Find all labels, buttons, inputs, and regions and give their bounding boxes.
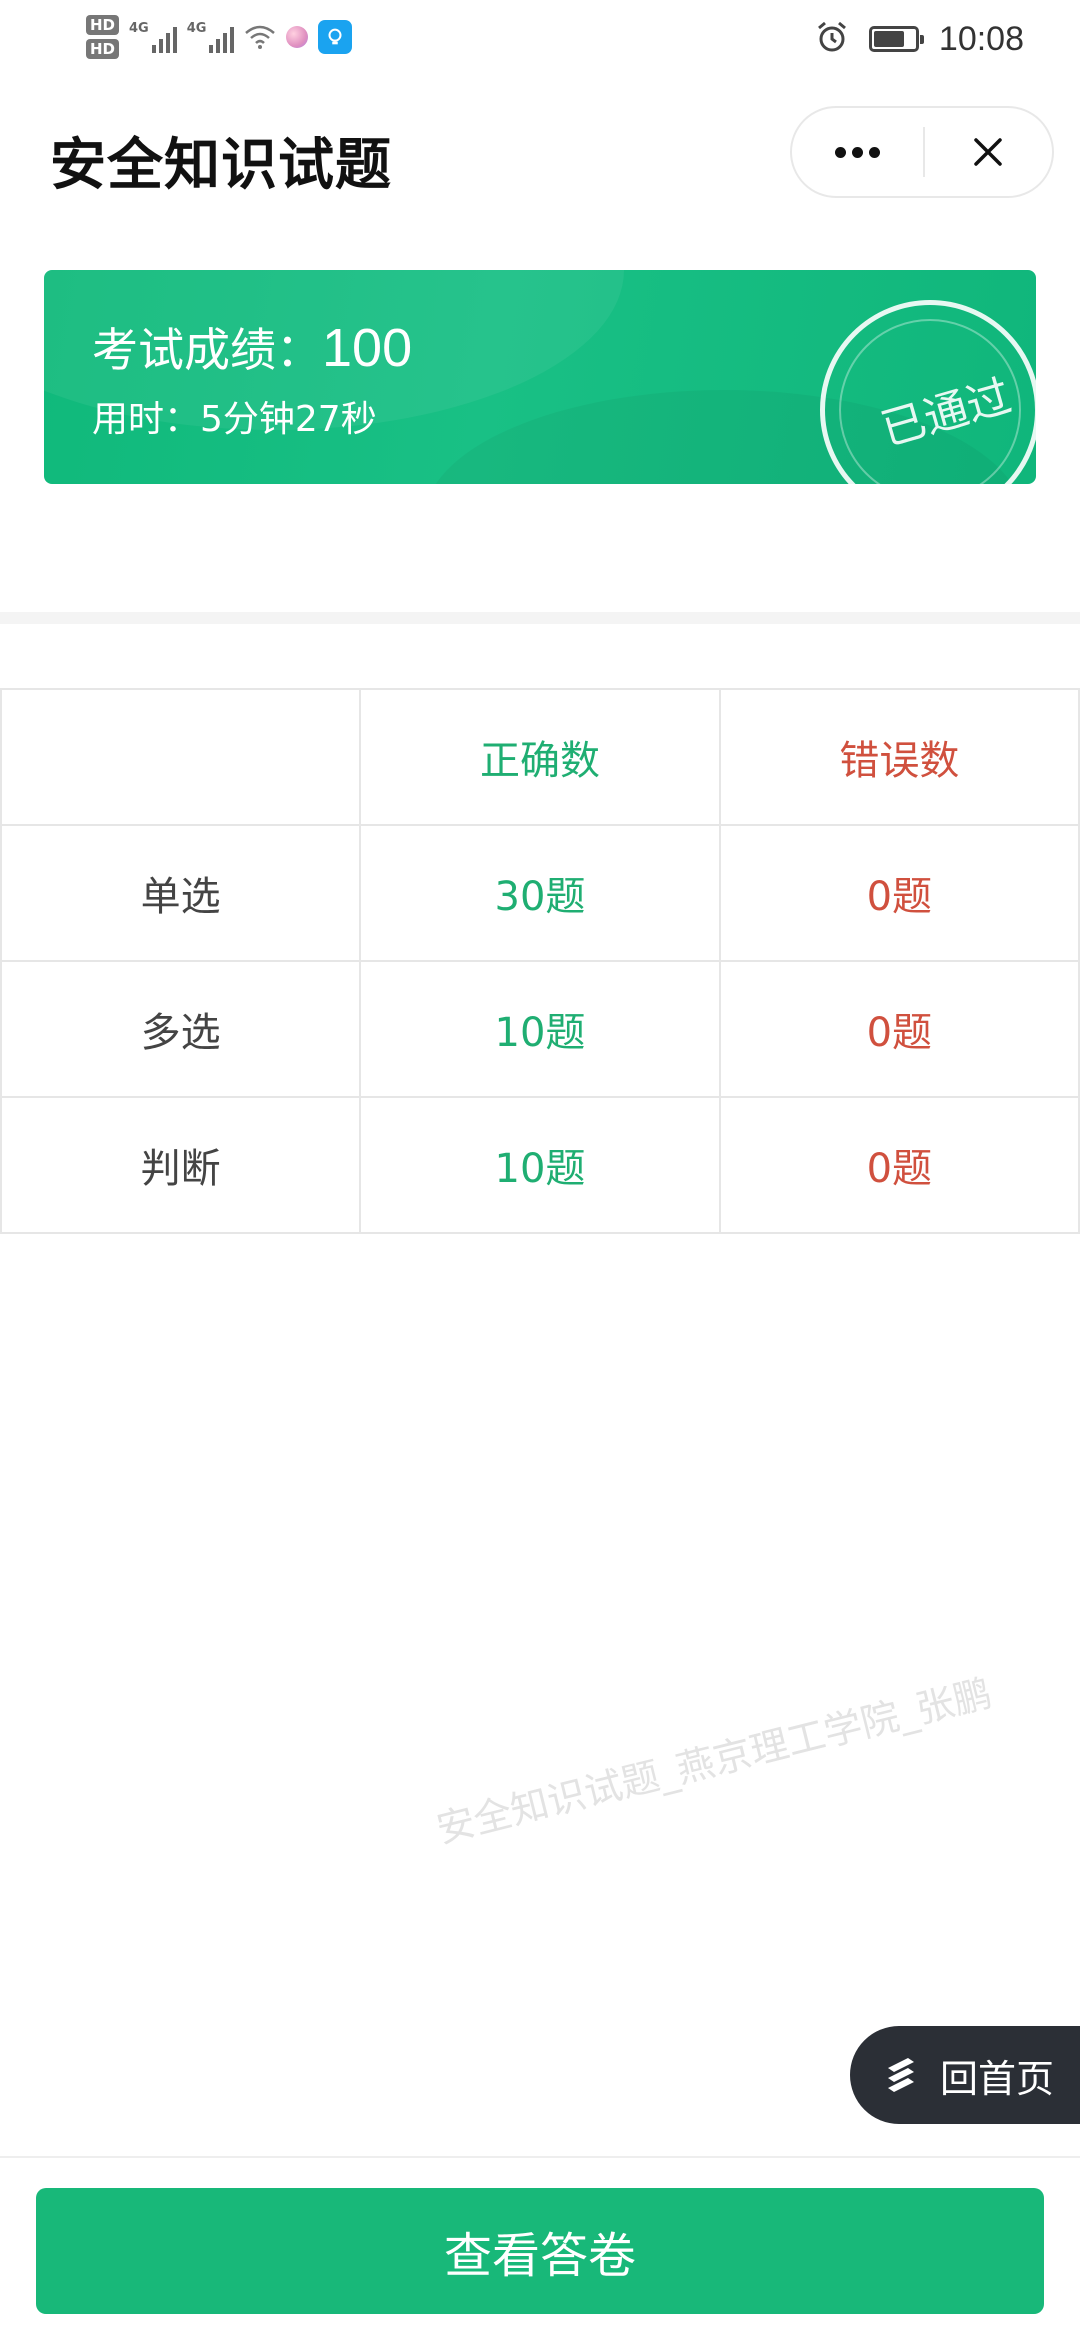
row-category: 多选 bbox=[0, 960, 362, 1098]
back-home-label: 回首页 bbox=[940, 2056, 1055, 2101]
status-right: 10:08 bbox=[815, 14, 1024, 64]
bottom-bar: 查看答卷 bbox=[0, 2156, 1080, 2342]
row-correct: 10题 bbox=[359, 960, 721, 1098]
passed-stamp: 已通过 bbox=[820, 300, 1036, 484]
nav-header: 安全知识试题 bbox=[0, 100, 1080, 210]
section-divider bbox=[0, 612, 1080, 624]
clock-time: 10:08 bbox=[938, 19, 1024, 58]
status-bar: HD HD 4G 4G 10:08 bbox=[0, 0, 1080, 80]
page-title: 安全知识试题 bbox=[50, 133, 392, 198]
row-category: 判断 bbox=[0, 1096, 362, 1234]
time-used: 用时：5分钟27秒 bbox=[92, 399, 377, 440]
row-wrong: 0题 bbox=[718, 960, 1080, 1098]
wifi-icon bbox=[244, 24, 276, 50]
view-answers-button[interactable]: 查看答卷 bbox=[36, 2188, 1044, 2314]
signal-icon-2: 4G bbox=[187, 21, 235, 53]
header-correct: 正确数 bbox=[359, 688, 721, 826]
hd-badge-2: HD bbox=[86, 39, 120, 59]
bulb-icon bbox=[318, 20, 353, 54]
row-correct: 30题 bbox=[359, 824, 721, 962]
close-button[interactable] bbox=[925, 108, 1052, 196]
row-wrong: 0题 bbox=[718, 824, 1080, 962]
hd-icon: HD HD bbox=[86, 15, 120, 59]
home-logo-icon bbox=[888, 2058, 914, 2092]
sim1-label: 4G bbox=[129, 21, 149, 36]
hd-badge-1: HD bbox=[86, 15, 120, 35]
header-blank bbox=[0, 688, 362, 826]
row-wrong: 0题 bbox=[718, 1096, 1080, 1234]
close-icon bbox=[974, 138, 1003, 166]
table-row: 单选 30题 0题 bbox=[0, 824, 1080, 962]
score-line: 考试成绩：100 bbox=[92, 314, 412, 380]
score-label: 考试成绩： bbox=[92, 323, 322, 377]
table-row: 判断 10题 0题 bbox=[0, 1096, 1080, 1234]
results-table: 正确数 错误数 单选 30题 0题 多选 10题 0题 判断 10题 0题 bbox=[0, 688, 1080, 1234]
table-row: 多选 10题 0题 bbox=[0, 960, 1080, 1098]
mini-program-capsule bbox=[790, 106, 1054, 198]
watermark: 安全知识试题_燕京理工学院_张鹏 bbox=[432, 1670, 996, 1852]
score-card: 考试成绩：100 用时：5分钟27秒 已通过 bbox=[44, 270, 1036, 484]
app-ball-icon bbox=[286, 26, 309, 48]
battery-fill bbox=[873, 31, 904, 47]
signal-icon: 4G bbox=[129, 21, 177, 53]
status-left: HD HD 4G 4G bbox=[86, 12, 353, 62]
table-header-row: 正确数 错误数 bbox=[0, 688, 1080, 826]
sim2-label: 4G bbox=[186, 21, 207, 36]
header-wrong: 错误数 bbox=[718, 688, 1080, 826]
score-value: 100 bbox=[322, 318, 413, 378]
row-category: 单选 bbox=[0, 824, 362, 962]
alarm-icon bbox=[815, 20, 849, 58]
back-home-button[interactable]: 回首页 bbox=[850, 2026, 1080, 2124]
more-button[interactable] bbox=[792, 108, 923, 196]
battery-icon bbox=[868, 26, 924, 52]
more-icon bbox=[835, 146, 846, 158]
row-correct: 10题 bbox=[359, 1096, 721, 1234]
